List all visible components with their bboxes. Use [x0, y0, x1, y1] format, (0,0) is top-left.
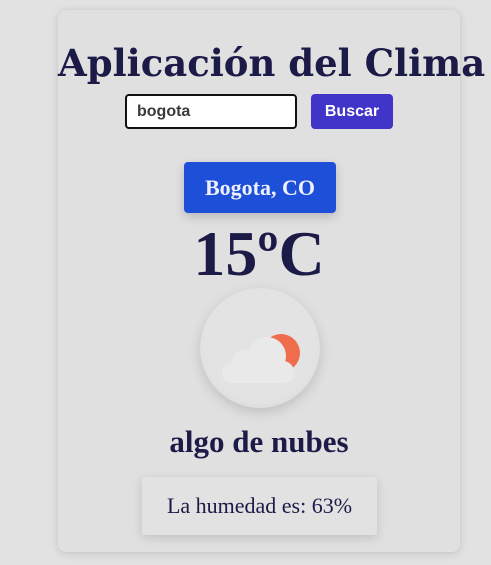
humidity-panel: La humedad es: 63%	[142, 477, 377, 535]
humidity-text: La humedad es: 63%	[166, 493, 353, 518]
city-search-input[interactable]	[125, 94, 297, 129]
app-title: Aplicación del Clima	[58, 41, 486, 85]
weather-card: Aplicación del Clima Buscar Bogota, CO 1…	[58, 10, 486, 552]
search-button[interactable]: Buscar	[311, 94, 393, 129]
few-clouds-icon	[222, 334, 300, 383]
temperature-value: 15ºC	[193, 218, 325, 289]
weather-icon-container	[200, 288, 320, 408]
weather-description: algo de nubes	[169, 424, 349, 459]
city-name-badge: Bogota, CO	[184, 162, 336, 213]
